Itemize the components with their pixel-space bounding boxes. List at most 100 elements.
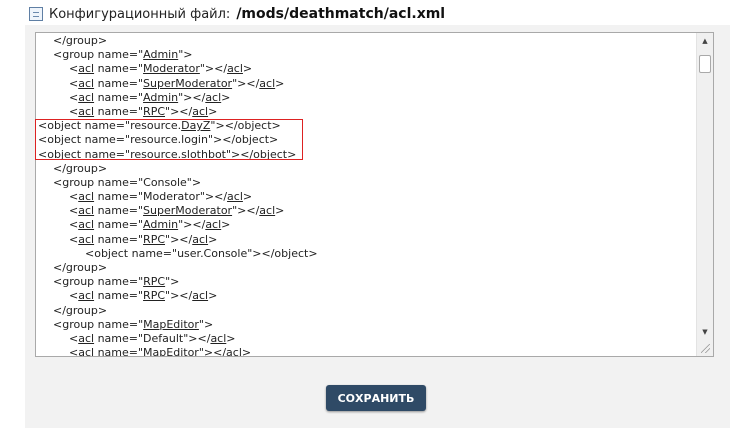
code-text: name="	[94, 346, 144, 357]
code-text: </group>	[53, 34, 108, 47]
code-text: ">	[178, 48, 193, 62]
resize-grip-icon[interactable]	[697, 340, 713, 356]
code-text: acl	[78, 62, 95, 76]
code-text: "></	[232, 76, 260, 90]
code-text: <	[69, 289, 79, 303]
code-line: <acl name="SuperModerator"></acl>	[36, 204, 696, 218]
code-text: >	[241, 346, 252, 357]
code-text: >	[275, 76, 285, 90]
code-text: "></	[165, 289, 193, 303]
header-label: Конфигурационный файл:	[49, 6, 231, 22]
code-text: "></	[232, 204, 260, 218]
config-file-icon	[29, 7, 43, 21]
code-text: name="Default"></	[94, 331, 211, 345]
code-text: RPC	[143, 289, 166, 303]
code-text: acl	[78, 204, 95, 218]
code-text: acl	[192, 232, 209, 246]
code-text: acl	[78, 289, 95, 303]
code-text: >	[221, 90, 231, 104]
code-text: <	[69, 104, 79, 118]
code-text: <object name="resource.	[38, 147, 182, 161]
code-line: <object name="resource.login"></object>	[36, 133, 696, 147]
code-text: acl	[192, 104, 209, 118]
code-line: <acl name="Default"></acl>	[36, 332, 696, 346]
code-line: </group>	[36, 162, 696, 176]
code-text: Admin	[143, 90, 179, 104]
code-line: <group name="MapEditor">	[36, 318, 696, 332]
code-text: <	[69, 76, 79, 90]
code-text: "></object>	[225, 147, 297, 161]
code-text: name="	[94, 104, 144, 118]
code-text: <object name="resource.login"></object>	[38, 133, 279, 147]
code-line: <acl name="MapEditor"></acl>	[36, 346, 696, 357]
code-text: acl	[259, 204, 276, 218]
code-text: </group>	[53, 261, 108, 274]
code-line: <acl name="Admin"></acl>	[36, 91, 696, 105]
code-text: name="	[94, 76, 144, 90]
code-text: >	[226, 331, 236, 345]
scroll-down-arrow-icon[interactable]: ▼	[697, 324, 713, 340]
code-text: acl	[227, 62, 243, 76]
code-text: Admin	[143, 218, 179, 232]
code-text: "></	[199, 62, 228, 76]
code-text: acl	[78, 76, 95, 90]
vertical-scrollbar[interactable]: ▲ ▼	[696, 33, 713, 356]
code-text: <	[69, 331, 79, 345]
code-text: RPC	[143, 104, 166, 118]
code-text: acl	[78, 190, 95, 204]
code-text: MapEditor	[143, 346, 199, 357]
code-text: <	[69, 232, 79, 246]
code-text: "></	[165, 232, 193, 246]
code-line: <group name="Console">	[36, 176, 696, 190]
save-button[interactable]: СОХРАНИТЬ	[326, 385, 426, 411]
code-text: acl	[226, 346, 242, 357]
code-text: Admin	[143, 48, 179, 62]
code-text: >	[242, 62, 253, 76]
code-text: <	[69, 218, 79, 232]
scroll-thumb[interactable]	[699, 55, 711, 73]
code-text: <	[69, 62, 79, 76]
code-text: <group name="	[53, 48, 144, 62]
code-text: <group name="Console">	[53, 175, 202, 189]
code-text: acl	[259, 76, 276, 90]
code-text: "></	[165, 104, 193, 118]
code-text: acl	[78, 90, 95, 104]
code-text: name="	[94, 232, 144, 246]
code-line: </group>	[36, 261, 696, 275]
scroll-up-arrow-icon[interactable]: ▲	[697, 33, 713, 49]
code-line: <group name="RPC">	[36, 275, 696, 289]
code-text: acl	[78, 346, 95, 357]
code-line: <object name="resource.DayZ"></object>	[36, 119, 696, 133]
code-text: RPC	[143, 275, 166, 289]
code-editor-textarea[interactable]: </group> <group name="Admin"> <acl name="M…	[35, 32, 714, 357]
code-text: acl	[78, 232, 95, 246]
code-text: name="	[94, 289, 144, 303]
code-text: "></	[178, 90, 206, 104]
code-line: <acl name="RPC"></acl>	[36, 105, 696, 119]
code-text: acl	[192, 289, 209, 303]
code-text: "></object>	[210, 119, 281, 133]
code-text: acl	[205, 90, 222, 104]
code-text: name="	[94, 62, 144, 76]
code-text: name="	[94, 204, 144, 218]
code-text: name="Moderator"></	[94, 190, 228, 204]
code-text: >	[208, 104, 218, 118]
code-line: <acl name="Moderator"></acl>	[36, 62, 696, 76]
code-text: name="	[94, 90, 144, 104]
code-line: <object name="user.Console"></object>	[36, 247, 696, 261]
code-text: MapEditor	[143, 317, 199, 331]
file-path: /mods/deathmatch/acl.xml	[236, 6, 446, 22]
code-text: SuperModerator	[143, 204, 233, 218]
code-line: <group name="Admin">	[36, 48, 696, 62]
code-text: <	[69, 346, 79, 357]
code-text: <	[69, 90, 79, 104]
code-line: <acl name="SuperModerator"></acl>	[36, 77, 696, 91]
code-text: name="	[94, 218, 144, 232]
code-content[interactable]: </group> <group name="Admin"> <acl name="M…	[36, 34, 696, 357]
code-line: <acl name="RPC"></acl>	[36, 289, 696, 303]
code-text: acl	[227, 190, 243, 204]
code-text: >	[208, 232, 218, 246]
code-text: acl	[78, 218, 95, 232]
code-text: acl	[210, 331, 227, 345]
code-text: "></	[178, 218, 206, 232]
